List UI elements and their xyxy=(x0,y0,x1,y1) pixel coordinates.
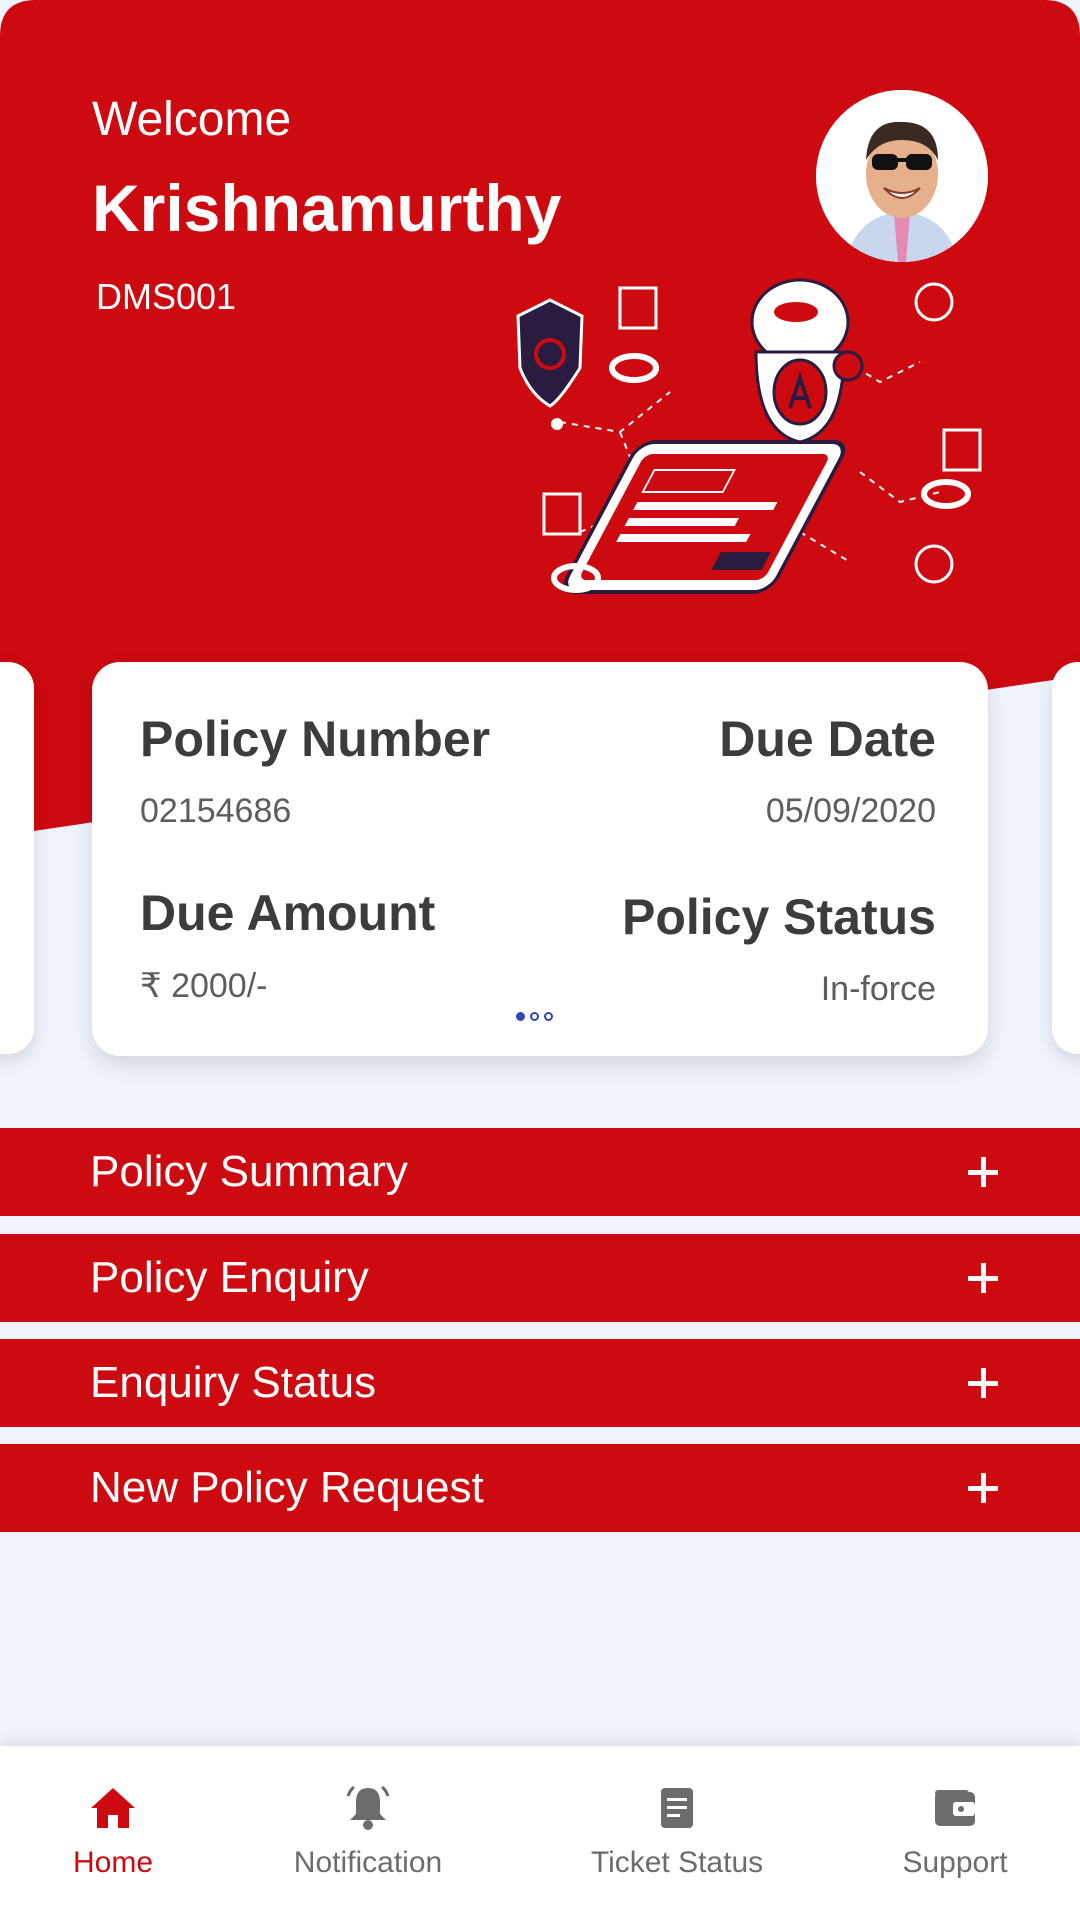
wallet-icon xyxy=(935,1790,975,1826)
nav-home[interactable]: Home xyxy=(38,1746,188,1920)
policy-number-value: 02154686 xyxy=(140,792,292,830)
plus-icon xyxy=(968,1157,998,1187)
carousel-card-previous[interactable] xyxy=(0,662,34,1054)
home-icon xyxy=(91,1788,135,1828)
policy-enquiry-button[interactable]: Policy Enquiry xyxy=(0,1234,1080,1322)
nav-label: Support xyxy=(902,1846,1008,1879)
due-date-value: 05/09/2020 xyxy=(765,792,936,830)
menu-label: Policy Enquiry xyxy=(90,1253,369,1302)
home-screen: Welcome Krishnamurthy DMS001 Policy Numb… xyxy=(0,0,1080,1920)
menu-label: Enquiry Status xyxy=(90,1358,377,1407)
nav-label: Notification xyxy=(293,1846,443,1879)
policy-card[interactable]: Policy Number 02154686 Due Date 05/09/20… xyxy=(92,662,988,1056)
bottom-navigation: Home Notification Ticket Status Support xyxy=(0,1746,1080,1920)
document-icon xyxy=(661,1788,693,1828)
nav-label: Ticket Status xyxy=(590,1846,764,1879)
menu-label: Policy Summary xyxy=(90,1147,408,1196)
avatar-image xyxy=(816,90,988,262)
welcome-text: Welcome xyxy=(92,93,292,146)
nav-support[interactable]: Support xyxy=(880,1746,1030,1920)
carousel-dot[interactable] xyxy=(516,1012,525,1021)
robot-phone-illustration xyxy=(516,278,982,594)
new-policy-request-button[interactable]: New Policy Request xyxy=(0,1444,1080,1532)
avatar[interactable] xyxy=(816,90,988,262)
policy-status-label: Policy Status xyxy=(622,889,936,945)
nav-ticket-status[interactable]: Ticket Status xyxy=(572,1746,782,1920)
policy-number-label: Policy Number xyxy=(140,711,491,767)
plus-icon xyxy=(968,1263,998,1293)
due-date-label: Due Date xyxy=(719,711,936,767)
nav-label: Home xyxy=(72,1846,154,1879)
carousel-dot[interactable] xyxy=(530,1012,539,1021)
menu-label: New Policy Request xyxy=(90,1463,484,1512)
due-amount-label: Due Amount xyxy=(140,885,436,941)
plus-icon xyxy=(968,1473,998,1503)
policy-summary-button[interactable]: Policy Summary xyxy=(0,1128,1080,1216)
carousel-dot[interactable] xyxy=(544,1012,553,1021)
due-amount-value: ₹ 2000/- xyxy=(140,967,268,1005)
user-id: DMS001 xyxy=(96,276,237,317)
plus-icon xyxy=(968,1368,998,1398)
carousel-indicator xyxy=(516,1012,553,1021)
user-name: Krishnamurthy xyxy=(92,171,562,245)
nav-notification[interactable]: Notification xyxy=(268,1746,468,1920)
carousel-card-next[interactable] xyxy=(1052,662,1080,1054)
policy-status-value: In-force xyxy=(820,970,936,1008)
enquiry-status-button[interactable]: Enquiry Status xyxy=(0,1339,1080,1427)
bell-icon xyxy=(346,1785,390,1830)
